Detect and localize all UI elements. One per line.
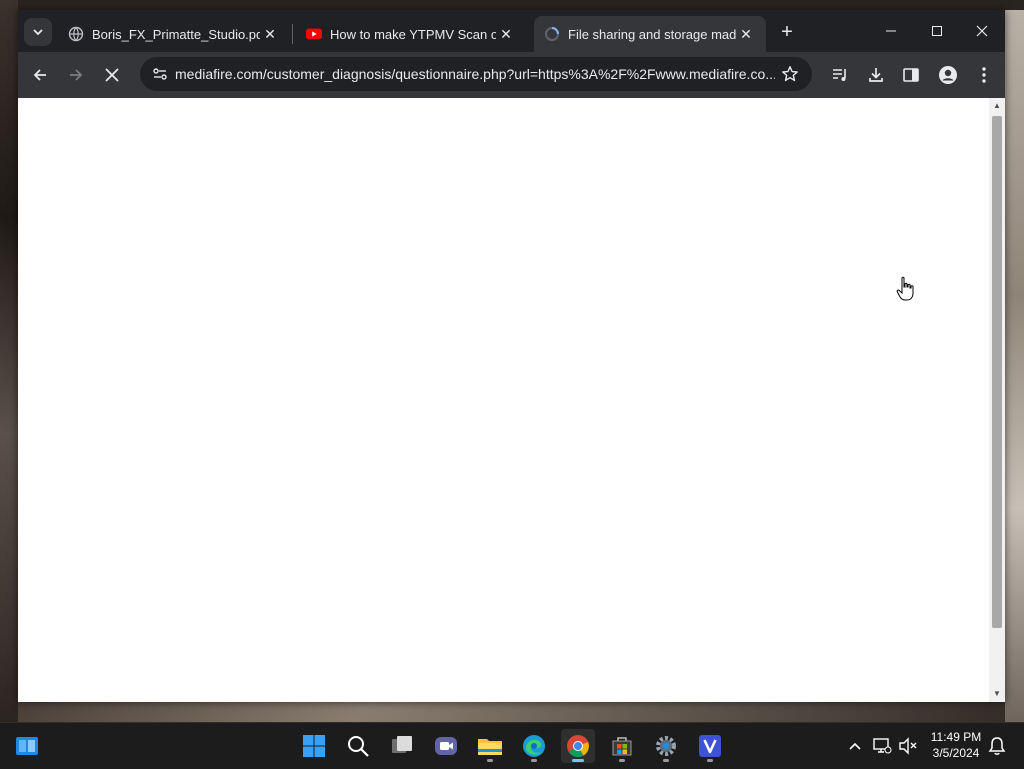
maximize-icon <box>932 26 942 36</box>
tab-title: Boris_FX_Primatte_Studio.pdf <box>92 26 260 42</box>
clock-time: 11:49 PM <box>930 730 982 744</box>
minimize-button[interactable] <box>868 16 914 46</box>
search-button[interactable] <box>341 729 375 763</box>
tab-close-button[interactable]: ✕ <box>260 24 280 44</box>
bookmark-button[interactable] <box>776 60 804 88</box>
queue-music-icon <box>833 69 846 81</box>
clock-date: 3/5/2024 <box>932 746 980 760</box>
store-button[interactable] <box>605 729 639 763</box>
desktop-wallpaper-top <box>0 0 1024 10</box>
running-indicator <box>487 759 493 762</box>
edge-button[interactable] <box>517 729 551 763</box>
page-content[interactable] <box>18 98 989 702</box>
tab-title: How to make YTPMV Scan on S <box>330 26 496 42</box>
file-explorer-icon <box>478 739 502 755</box>
tab-title: File sharing and storage made s <box>568 26 736 42</box>
scroll-down-arrow[interactable]: ▼ <box>992 689 1002 699</box>
tab-pdf[interactable]: Boris_FX_Primatte_Studio.pdf ✕ <box>58 16 290 52</box>
avatar-icon <box>939 66 957 84</box>
store-icon <box>612 737 632 756</box>
tab-separator <box>292 24 293 44</box>
tab-close-button[interactable]: ✕ <box>496 24 516 44</box>
tab-search-button[interactable] <box>24 18 52 46</box>
tab-youtube[interactable]: How to make YTPMV Scan on S ✕ <box>296 16 526 52</box>
speaker-muted-icon <box>899 737 917 755</box>
v-app-icon <box>699 735 721 757</box>
network-button[interactable] <box>872 735 892 757</box>
chrome-button[interactable] <box>561 729 595 763</box>
menu-button[interactable] <box>970 61 998 89</box>
maximize-button[interactable] <box>914 16 960 46</box>
stop-loading-button[interactable] <box>98 61 126 89</box>
running-indicator <box>619 759 625 762</box>
browser-toolbar: mediafire.com/customer_diagnosis/questio… <box>18 52 1005 98</box>
arrow-right-icon <box>70 69 83 81</box>
running-indicator <box>707 759 713 762</box>
browser-window: Boris_FX_Primatte_Studio.pdf ✕ How to ma… <box>18 10 1005 702</box>
vertical-scrollbar[interactable]: ▲ ▼ <box>989 98 1005 702</box>
bell-icon <box>988 737 1006 755</box>
volume-button[interactable] <box>898 735 918 757</box>
file-explorer-button[interactable] <box>473 729 507 763</box>
chrome-icon <box>567 735 589 757</box>
search-icon <box>348 736 369 757</box>
tab-close-button[interactable]: ✕ <box>736 24 756 44</box>
address-bar[interactable]: mediafire.com/customer_diagnosis/questio… <box>140 57 812 91</box>
start-icon <box>303 735 325 757</box>
widgets-button[interactable] <box>10 729 44 763</box>
running-indicator <box>663 759 669 762</box>
hand-cursor-icon <box>896 276 914 301</box>
start-button[interactable] <box>297 729 331 763</box>
more-vertical-icon <box>982 67 986 83</box>
scroll-thumb[interactable] <box>992 116 1002 628</box>
forward-button[interactable] <box>62 61 90 89</box>
side-panel-icon <box>903 68 919 82</box>
task-view-button[interactable] <box>385 729 419 763</box>
desktop-wallpaper-right <box>1005 10 1024 722</box>
settings-icon <box>656 736 676 756</box>
scroll-up-arrow[interactable]: ▲ <box>992 101 1002 111</box>
back-button[interactable] <box>26 61 54 89</box>
tab-bar: Boris_FX_Primatte_Studio.pdf ✕ How to ma… <box>18 10 1005 52</box>
profile-button[interactable] <box>934 61 962 89</box>
address-url[interactable]: mediafire.com/customer_diagnosis/questio… <box>175 66 775 82</box>
video-call-icon <box>435 737 457 755</box>
desktop-wallpaper-left <box>0 0 18 722</box>
v-app-button[interactable] <box>693 729 727 763</box>
notifications-button[interactable] <box>987 735 1007 757</box>
site-settings-icon <box>153 68 167 80</box>
stop-icon <box>105 68 119 82</box>
youtube-icon <box>306 26 322 42</box>
site-info-button[interactable] <box>146 60 174 88</box>
downloads-button[interactable] <box>862 61 890 89</box>
show-hidden-icons-button[interactable] <box>845 735 865 757</box>
arrow-left-icon <box>33 69 46 81</box>
close-window-button[interactable] <box>959 16 1005 46</box>
running-indicator <box>572 759 584 762</box>
video-call-button[interactable] <box>429 729 463 763</box>
settings-button[interactable] <box>649 729 683 763</box>
minimize-icon <box>886 30 896 32</box>
clock[interactable]: 11:49 PM 3/5/2024 <box>926 729 986 761</box>
taskbar: 11:49 PM 3/5/2024 <box>0 722 1024 769</box>
download-icon <box>869 68 883 82</box>
network-icon <box>873 738 892 754</box>
media-controls-button[interactable] <box>826 61 854 89</box>
task-view-icon <box>392 736 412 753</box>
globe-icon <box>68 26 84 42</box>
star-icon <box>782 66 798 82</box>
new-tab-button[interactable]: + <box>775 20 799 44</box>
close-icon <box>976 25 988 37</box>
edge-icon <box>523 735 545 757</box>
loading-icon <box>544 26 560 42</box>
tab-mediafire[interactable]: File sharing and storage made s ✕ <box>534 16 766 52</box>
side-panel-button[interactable] <box>897 61 925 89</box>
chevron-down-icon <box>33 29 43 36</box>
running-indicator <box>531 759 537 762</box>
chevron-up-icon <box>849 742 861 750</box>
widgets-icon <box>16 737 38 755</box>
